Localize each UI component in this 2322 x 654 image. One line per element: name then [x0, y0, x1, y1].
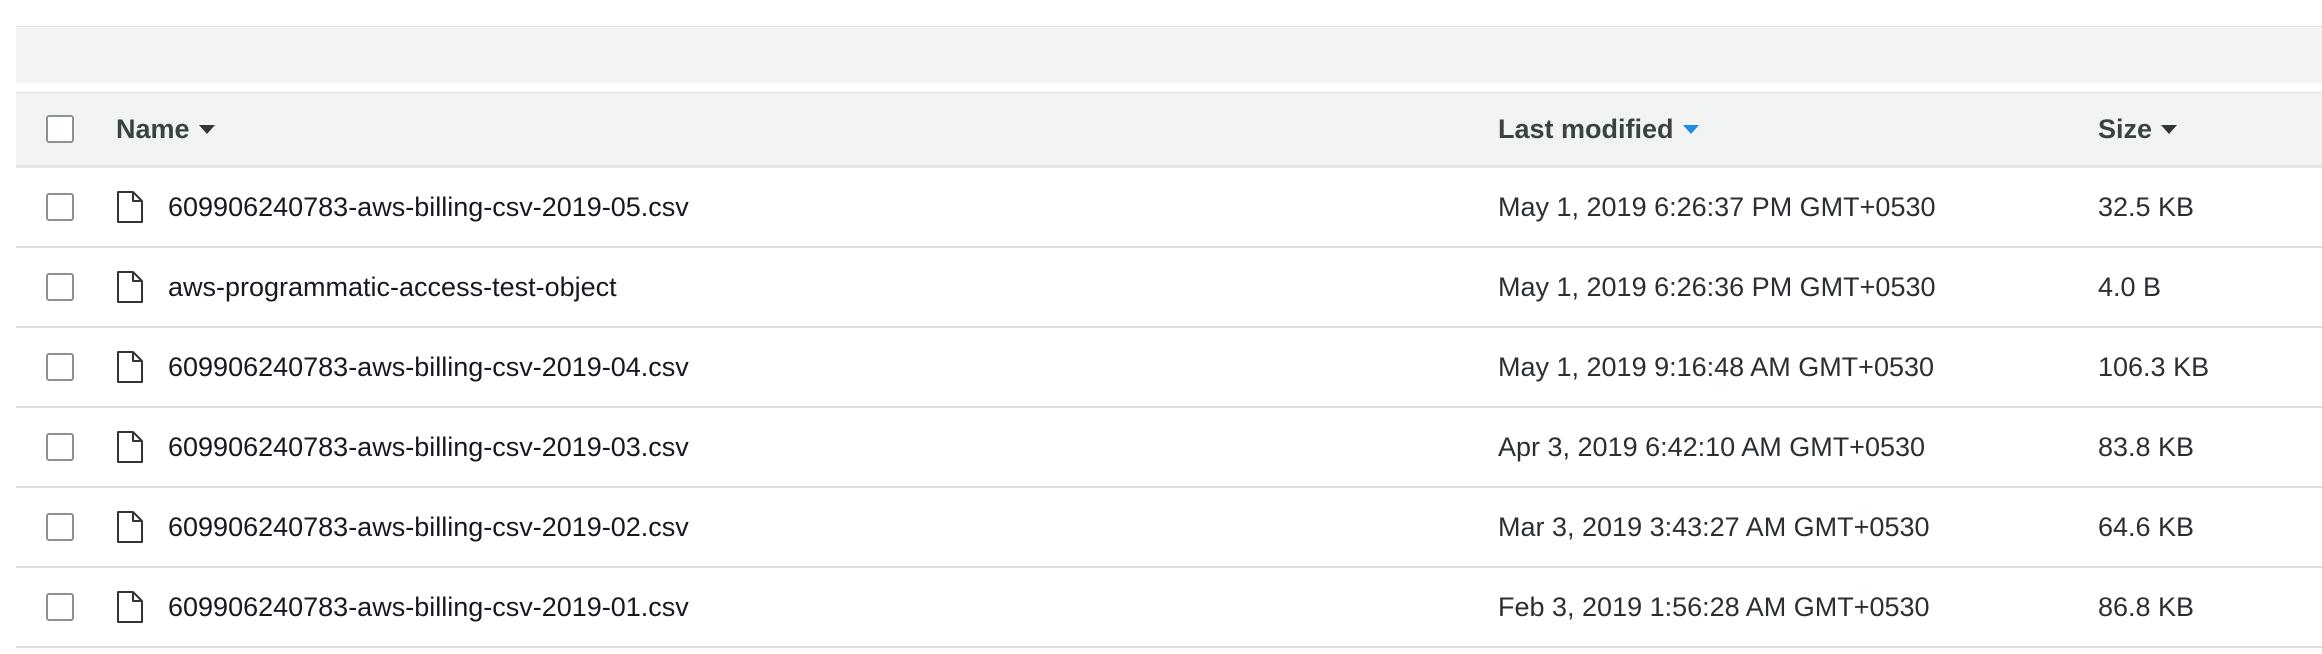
row-checkbox-cell: [46, 408, 74, 486]
table-row: 609906240783-aws-billing-csv-2019-03.csv…: [16, 408, 2322, 488]
size-value: 106.3 KB: [2098, 351, 2210, 382]
file-icon: [117, 271, 143, 303]
column-size-label: Size: [2098, 113, 2153, 144]
row-checkbox[interactable]: [46, 353, 74, 381]
column-last-modified-label: Last modified: [1498, 113, 1674, 144]
size-value: 83.8 KB: [2098, 431, 2195, 462]
size-value: 64.6 KB: [2098, 511, 2195, 542]
sort-by-name-button[interactable]: Name: [116, 114, 215, 145]
row-checkbox-cell: [46, 168, 74, 246]
row-last-modified-cell: Mar 3, 2019 3:43:27 AM GMT+0530: [1498, 488, 1930, 566]
table-row: 609906240783-aws-billing-csv-2019-05.csv…: [16, 168, 2322, 248]
table-header: Name Last modified Size: [16, 92, 2322, 168]
file-icon: [117, 511, 143, 543]
object-name-link[interactable]: 609906240783-aws-billing-csv-2019-01.csv: [168, 592, 689, 623]
table-row: aws-programmatic-access-test-object May …: [16, 248, 2322, 328]
last-modified-value: Apr 3, 2019 6:42:10 AM GMT+0530: [1498, 431, 1926, 462]
row-checkbox[interactable]: [46, 513, 74, 541]
toolbar-band: [16, 26, 2322, 83]
object-name-link[interactable]: 609906240783-aws-billing-csv-2019-04.csv: [168, 352, 689, 383]
file-icon: [117, 351, 143, 383]
file-icon: [117, 591, 143, 623]
row-size-cell: 106.3 KB: [2098, 328, 2209, 406]
caret-down-icon: [1682, 124, 1699, 134]
row-checkbox[interactable]: [46, 193, 74, 221]
row-name-cell: 609906240783-aws-billing-csv-2019-05.csv: [116, 168, 689, 246]
row-size-cell: 32.5 KB: [2098, 168, 2194, 246]
last-modified-value: Feb 3, 2019 1:56:28 AM GMT+0530: [1498, 591, 1930, 622]
sort-by-size-button[interactable]: Size: [2098, 113, 2178, 145]
select-all-checkbox[interactable]: [46, 115, 74, 143]
table-row: 609906240783-aws-billing-csv-2019-04.csv…: [16, 328, 2322, 408]
row-checkbox-cell: [46, 248, 74, 326]
last-modified-value: May 1, 2019 6:26:36 PM GMT+0530: [1498, 271, 1936, 302]
sort-by-last-modified-button[interactable]: Last modified: [1498, 114, 1699, 145]
row-size-cell: 64.6 KB: [2098, 488, 2194, 566]
row-last-modified-cell: May 1, 2019 6:26:37 PM GMT+0530: [1498, 168, 1936, 246]
object-name-link[interactable]: 609906240783-aws-billing-csv-2019-03.csv: [168, 432, 689, 463]
size-value: 4.0 B: [2098, 271, 2162, 302]
last-modified-value: Mar 3, 2019 3:43:27 AM GMT+0530: [1498, 511, 1930, 542]
row-name-cell: 609906240783-aws-billing-csv-2019-01.csv: [116, 568, 689, 646]
row-last-modified-cell: Feb 3, 2019 1:56:28 AM GMT+0530: [1498, 568, 1930, 646]
row-name-cell: 609906240783-aws-billing-csv-2019-02.csv: [116, 488, 689, 566]
row-name-cell: aws-programmatic-access-test-object: [116, 248, 617, 326]
row-size-cell: 4.0 B: [2098, 248, 2161, 326]
last-modified-value: May 1, 2019 6:26:37 PM GMT+0530: [1498, 191, 1936, 222]
row-last-modified-cell: May 1, 2019 6:26:36 PM GMT+0530: [1498, 248, 1936, 326]
row-checkbox-cell: [46, 568, 74, 646]
size-value: 86.8 KB: [2098, 591, 2195, 622]
last-modified-value: May 1, 2019 9:16:48 AM GMT+0530: [1498, 351, 1935, 382]
header-name-cell: Name: [116, 93, 215, 165]
caret-down-icon: [198, 124, 215, 134]
table-row: 609906240783-aws-billing-csv-2019-01.csv…: [16, 568, 2322, 648]
object-name-link[interactable]: 609906240783-aws-billing-csv-2019-02.csv: [168, 512, 689, 543]
caret-down-icon: [2161, 124, 2178, 134]
row-size-cell: 86.8 KB: [2098, 568, 2194, 646]
table-body: 609906240783-aws-billing-csv-2019-05.csv…: [16, 168, 2322, 648]
row-size-cell: 83.8 KB: [2098, 408, 2194, 486]
row-last-modified-cell: Apr 3, 2019 6:42:10 AM GMT+0530: [1498, 408, 1925, 486]
row-name-cell: 609906240783-aws-billing-csv-2019-03.csv: [116, 408, 689, 486]
column-name-label: Name: [116, 113, 190, 144]
file-icon: [117, 191, 143, 223]
object-name-link[interactable]: aws-programmatic-access-test-object: [168, 272, 617, 303]
object-name-link[interactable]: 609906240783-aws-billing-csv-2019-05.csv: [168, 192, 689, 223]
s3-object-list-page: Name Last modified Size 609906240783-aws…: [0, 0, 2322, 654]
header-size-cell: Size: [2098, 93, 2178, 165]
objects-table: Name Last modified Size 609906240783-aws…: [16, 92, 2322, 648]
row-checkbox[interactable]: [46, 273, 74, 301]
row-checkbox[interactable]: [46, 593, 74, 621]
row-checkbox-cell: [46, 328, 74, 406]
header-last-modified-cell: Last modified: [1498, 93, 1699, 165]
row-name-cell: 609906240783-aws-billing-csv-2019-04.csv: [116, 328, 689, 406]
header-checkbox-cell: [46, 93, 74, 165]
file-icon: [117, 431, 143, 463]
row-checkbox[interactable]: [46, 433, 74, 461]
row-last-modified-cell: May 1, 2019 9:16:48 AM GMT+0530: [1498, 328, 1934, 406]
size-value: 32.5 KB: [2098, 191, 2195, 222]
row-checkbox-cell: [46, 488, 74, 566]
table-row: 609906240783-aws-billing-csv-2019-02.csv…: [16, 488, 2322, 568]
